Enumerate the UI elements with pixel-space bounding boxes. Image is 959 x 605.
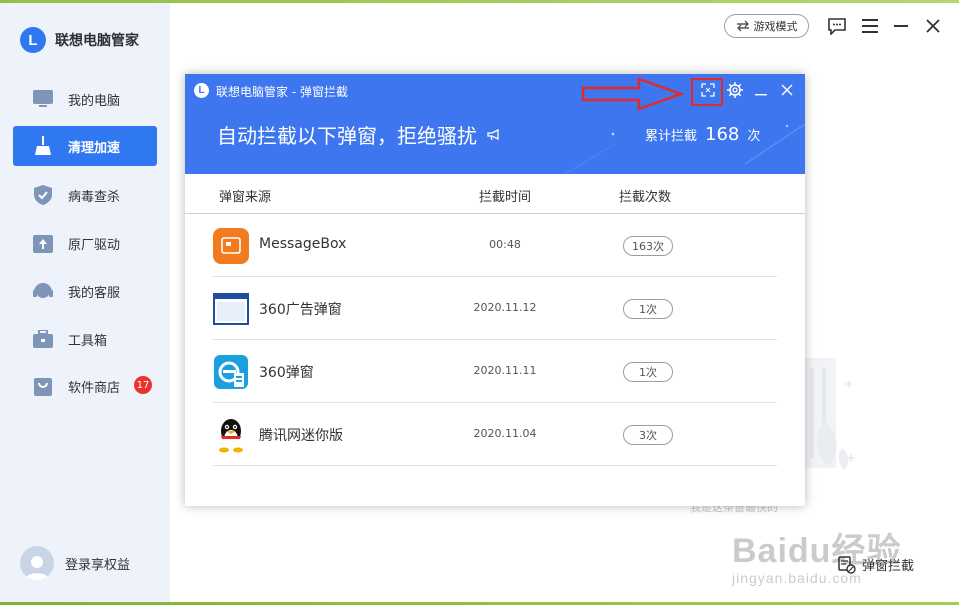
sidebar-item-label: 病毒查杀 [68, 189, 121, 205]
dialog-headline: 自动拦截以下弹窗，拒绝骚扰 [217, 120, 501, 149]
dialog-minimize-icon[interactable] [751, 80, 771, 100]
row-time: 2020.11.11 [473, 364, 537, 377]
column-header-source: 弹窗来源 [219, 190, 272, 205]
toolbox-icon [33, 329, 53, 349]
svg-text:+: + [844, 377, 854, 391]
table-row: 腾讯网迷你版 2020.11.04 3次 [213, 403, 777, 466]
qq-penguin-icon [213, 417, 249, 453]
shopping-bag-icon [33, 376, 53, 396]
table-header: 弹窗来源 拦截时间 拦截次数 [185, 174, 805, 214]
brand: L 联想电脑管家 [20, 27, 139, 53]
headset-icon [33, 281, 53, 301]
menu-icon[interactable] [859, 15, 881, 37]
game-mode-label: 游戏模式 [753, 20, 798, 33]
sidebar-item-drivers[interactable]: 原厂驱动 [13, 223, 157, 263]
table-row: MessageBox 00:48 163次 [213, 214, 777, 277]
fullscreen-icon[interactable] [698, 80, 718, 100]
count-unit: 次 [747, 129, 761, 144]
row-count-badge: 1次 [623, 362, 673, 382]
svg-text:+: + [846, 451, 856, 465]
notification-badge: 17 [134, 376, 152, 394]
popup-block-icon [838, 555, 856, 574]
row-count-badge: 1次 [623, 299, 673, 319]
browser-e-icon [213, 354, 249, 390]
main-window: L 联想电脑管家 我的电脑 清理加速 病毒查杀 原厂驱动 我的客服 工具箱 软件… [0, 3, 959, 602]
sidebar-item-label: 我的客服 [68, 285, 121, 301]
feedback-icon[interactable] [826, 15, 848, 37]
lenovo-logo-icon: L [20, 27, 46, 53]
login-label: 登录享权益 [65, 557, 131, 573]
row-time: 00:48 [489, 238, 521, 251]
dialog-title: 联想电脑管家 - 弹窗拦截 [216, 85, 348, 99]
row-count-badge: 3次 [623, 425, 673, 445]
computer-icon [33, 89, 53, 109]
shield-icon [33, 185, 53, 205]
close-icon[interactable] [922, 15, 944, 37]
popup-block-dialog: L 联想电脑管家 - 弹窗拦截 自动拦截以下弹窗，拒绝骚扰 累计拦截 168 次… [185, 74, 805, 506]
sidebar-item-virus-scan[interactable]: 病毒查杀 [13, 175, 157, 215]
game-mode-button[interactable]: 游戏模式 [724, 14, 809, 38]
count-value: 168 [705, 124, 740, 145]
sidebar-item-toolbox[interactable]: 工具箱 [13, 319, 157, 359]
table-row: 360弹窗 2020.11.11 1次 [213, 340, 777, 403]
row-time: 2020.11.04 [473, 427, 537, 440]
sidebar-item-cleanup[interactable]: 清理加速 [13, 126, 157, 166]
sidebar-item-label: 原厂驱动 [68, 237, 121, 253]
dialog-close-icon[interactable] [777, 80, 797, 100]
row-time: 2020.11.12 [473, 301, 537, 314]
window-icon [213, 291, 249, 327]
table-row: 360广告弹窗 2020.11.12 1次 [213, 277, 777, 340]
login-button[interactable]: 登录享权益 [20, 546, 130, 580]
broom-icon [33, 136, 53, 156]
headline-text: 自动拦截以下弹窗，拒绝骚扰 [217, 124, 477, 148]
count-label: 累计拦截 [645, 129, 698, 144]
avatar [20, 546, 54, 580]
row-source-name: MessageBox [259, 236, 347, 252]
dialog-header: L 联想电脑管家 - 弹窗拦截 自动拦截以下弹窗，拒绝骚扰 累计拦截 168 次 [185, 74, 805, 174]
popup-block-label: 弹窗拦截 [862, 559, 915, 574]
total-blocked-counter: 累计拦截 168 次 [645, 124, 760, 145]
column-header-count: 拦截次数 [619, 190, 672, 205]
sidebar-item-my-computer[interactable]: 我的电脑 [13, 79, 157, 119]
driver-icon [33, 233, 53, 253]
sidebar-item-customer-service[interactable]: 我的客服 [13, 271, 157, 311]
popup-block-link[interactable]: 弹窗拦截 [838, 555, 914, 574]
sidebar-item-label: 工具箱 [68, 333, 108, 349]
row-source-name: 腾讯网迷你版 [259, 428, 343, 444]
column-header-time: 拦截时间 [479, 190, 532, 205]
lenovo-logo-icon: L [194, 83, 209, 98]
sidebar-item-label: 我的电脑 [68, 93, 121, 109]
sidebar-item-app-store[interactable]: 软件商店 17 [13, 366, 157, 406]
row-source-name: 360弹窗 [259, 365, 314, 381]
megaphone-icon [487, 128, 499, 140]
sidebar-item-label: 清理加速 [68, 140, 121, 156]
sidebar-item-label: 软件商店 [68, 380, 121, 396]
row-source-name: 360广告弹窗 [259, 302, 342, 318]
sidebar: L 联想电脑管家 我的电脑 清理加速 病毒查杀 原厂驱动 我的客服 工具箱 软件… [0, 3, 170, 602]
swap-arrows-icon [736, 20, 749, 32]
minimize-icon[interactable] [890, 15, 912, 37]
messagebox-icon [213, 228, 249, 264]
app-name: 联想电脑管家 [55, 33, 139, 49]
annotation-arrow [581, 77, 685, 111]
settings-gear-icon[interactable] [725, 80, 745, 100]
row-count-badge: 163次 [623, 236, 673, 256]
